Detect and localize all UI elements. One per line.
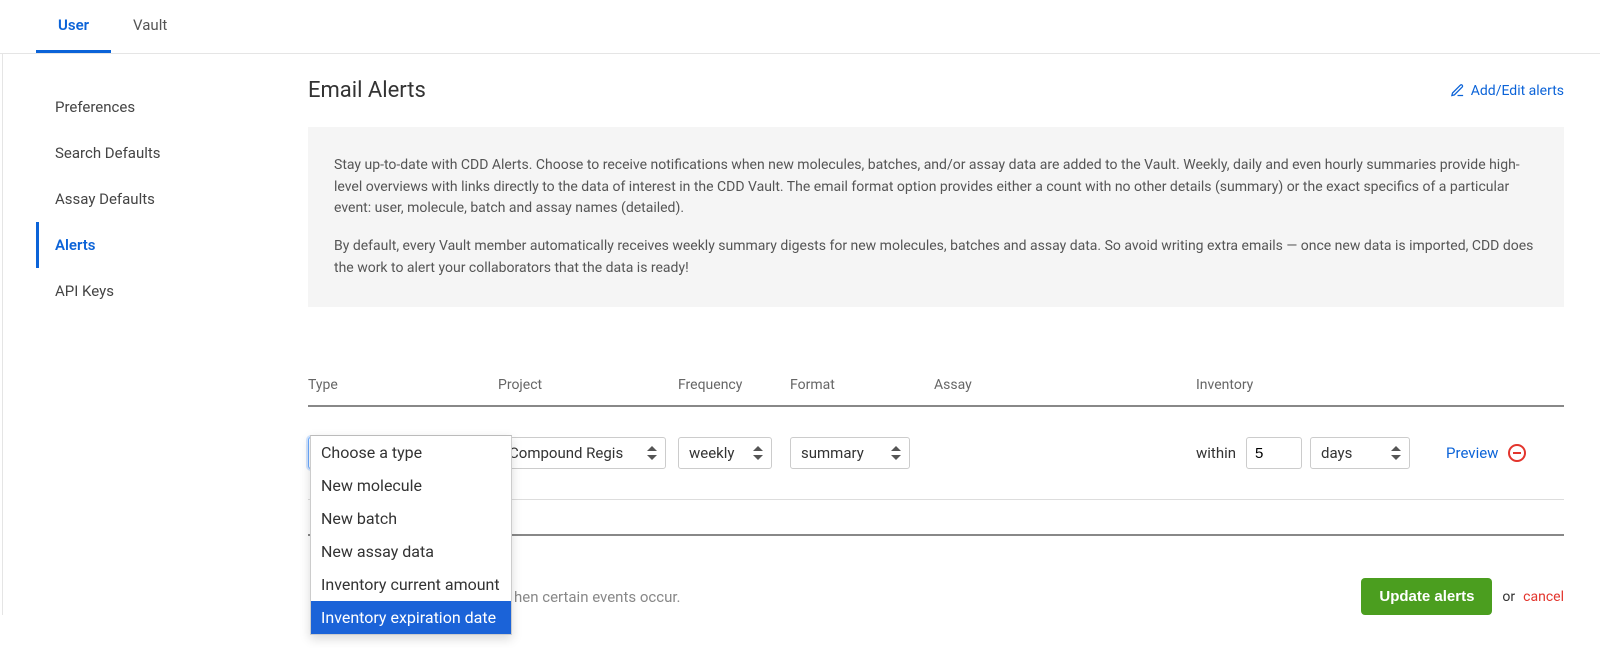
col-header-type: Type [308,377,498,393]
tab-user[interactable]: User [36,0,111,53]
alerts-table-header: Type Project Frequency Format Assay Inve… [308,359,1564,407]
col-header-project: Project [498,377,678,393]
col-header-frequency: Frequency [678,377,790,393]
dropdown-option[interactable]: New molecule [311,469,511,502]
within-value-input[interactable] [1246,437,1302,469]
top-tabs: User Vault [0,0,1600,54]
project-select-value: Compound Regis [509,444,623,462]
col-header-inventory: Inventory [1196,377,1564,393]
add-edit-alerts-link[interactable]: Add/Edit alerts [1450,83,1564,99]
col-header-format: Format [790,377,934,393]
dropdown-option[interactable]: Choose a type [311,436,511,469]
or-text: or [1502,589,1515,605]
info-paragraph-2: By default, every Vault member automatic… [334,236,1538,279]
page-title: Email Alerts [308,78,426,103]
info-paragraph-1: Stay up-to-date with CDD Alerts. Choose … [334,155,1538,220]
format-select-value: summary [801,444,864,462]
pencil-icon [1450,83,1465,98]
within-label: within [1196,444,1236,462]
info-box: Stay up-to-date with CDD Alerts. Choose … [308,127,1564,307]
dropdown-option[interactable]: Inventory current amount [311,568,511,601]
project-select[interactable]: Compound Regis [498,437,666,469]
settings-sidebar: Preferences Search Defaults Assay Defaul… [2,54,280,615]
remove-icon[interactable] [1508,444,1526,462]
within-unit-select[interactable]: days [1310,437,1410,469]
col-header-assay: Assay [934,377,1196,393]
sort-arrows-icon [647,446,657,460]
dropdown-option-selected[interactable]: Inventory expiration date [311,601,511,634]
add-edit-alerts-label: Add/Edit alerts [1471,83,1564,99]
frequency-select-value: weekly [689,444,735,462]
dropdown-option[interactable]: New assay data [311,535,511,568]
format-select[interactable]: summary [790,437,910,469]
sidebar-item-preferences[interactable]: Preferences [36,84,280,130]
sidebar-item-search-defaults[interactable]: Search Defaults [36,130,280,176]
preview-link[interactable]: Preview [1446,444,1498,462]
sidebar-item-alerts[interactable]: Alerts [36,222,280,268]
type-dropdown-popup[interactable]: Choose a type New molecule New batch New… [310,435,512,635]
dropdown-option[interactable]: New batch [311,502,511,535]
sort-arrows-icon [891,446,901,460]
sidebar-item-assay-defaults[interactable]: Assay Defaults [36,176,280,222]
update-alerts-button[interactable]: Update alerts [1361,578,1492,615]
tab-vault[interactable]: Vault [111,0,189,53]
within-unit-value: days [1321,444,1352,462]
cancel-link[interactable]: cancel [1523,589,1564,605]
sort-arrows-icon [753,446,763,460]
frequency-select[interactable]: weekly [678,437,772,469]
sort-arrows-icon [1391,446,1401,460]
sidebar-item-api-keys[interactable]: API Keys [36,268,280,314]
